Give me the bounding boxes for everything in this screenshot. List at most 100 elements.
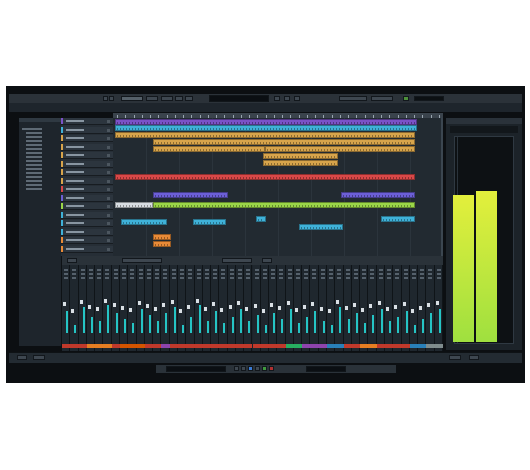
track-row[interactable] bbox=[61, 245, 113, 253]
channel-knob[interactable] bbox=[237, 269, 242, 271]
inspector-row[interactable] bbox=[26, 184, 42, 186]
channel-strip[interactable] bbox=[343, 265, 352, 351]
channel-fader[interactable] bbox=[178, 309, 182, 313]
channel-strip[interactable] bbox=[70, 265, 79, 351]
channel-knob[interactable] bbox=[121, 277, 126, 279]
channel-knob[interactable] bbox=[329, 277, 334, 279]
tempo-display[interactable] bbox=[306, 366, 346, 372]
channel-knob[interactable] bbox=[262, 273, 267, 275]
channel-knob[interactable] bbox=[304, 277, 309, 279]
channel-strip[interactable] bbox=[376, 265, 386, 351]
status-button[interactable] bbox=[17, 355, 27, 360]
cycle-icon[interactable] bbox=[248, 366, 253, 371]
channel-knob[interactable] bbox=[179, 269, 184, 271]
channel-strip[interactable] bbox=[119, 265, 129, 351]
channel-strip[interactable] bbox=[111, 265, 120, 351]
channel-knob[interactable] bbox=[146, 277, 151, 279]
channel-knob[interactable] bbox=[395, 273, 400, 275]
audio-event[interactable] bbox=[115, 174, 415, 180]
channel-knob[interactable] bbox=[304, 269, 309, 271]
channel-knob[interactable] bbox=[188, 269, 193, 271]
channel-knob[interactable] bbox=[420, 277, 425, 279]
channel-strip[interactable] bbox=[235, 265, 245, 351]
channel-strip[interactable] bbox=[385, 265, 394, 351]
channel-knob[interactable] bbox=[163, 277, 168, 279]
channel-knob[interactable] bbox=[213, 277, 218, 279]
channel-strip[interactable] bbox=[78, 265, 87, 351]
channel-knob[interactable] bbox=[312, 277, 317, 279]
channel-knob[interactable] bbox=[64, 269, 68, 271]
channel-knob[interactable] bbox=[237, 273, 242, 275]
vertical-scrollbar[interactable] bbox=[441, 118, 443, 256]
channel-strip[interactable] bbox=[418, 265, 427, 351]
glue-icon[interactable] bbox=[175, 96, 183, 101]
channel-knob[interactable] bbox=[204, 269, 209, 271]
channel-knob[interactable] bbox=[80, 273, 85, 275]
channel-knob[interactable] bbox=[295, 277, 300, 279]
channel-knob[interactable] bbox=[362, 269, 367, 271]
channel-knob[interactable] bbox=[362, 277, 367, 279]
channel-knob[interactable] bbox=[370, 277, 375, 279]
channel-fader[interactable] bbox=[336, 300, 340, 304]
channel-fader[interactable] bbox=[87, 305, 91, 309]
channel-knob[interactable] bbox=[387, 273, 392, 275]
channel-knob[interactable] bbox=[337, 277, 342, 279]
channel-fader[interactable] bbox=[71, 309, 75, 313]
channel-knob[interactable] bbox=[353, 273, 358, 275]
channel-strip[interactable] bbox=[310, 265, 319, 351]
channel-knob[interactable] bbox=[97, 273, 102, 275]
channel-strip[interactable] bbox=[177, 265, 187, 351]
channel-fader[interactable] bbox=[328, 309, 332, 313]
channel-fader[interactable] bbox=[361, 308, 365, 312]
channel-fader[interactable] bbox=[96, 307, 100, 311]
channel-knob[interactable] bbox=[370, 273, 375, 275]
channel-fader[interactable] bbox=[220, 308, 224, 312]
channel-knob[interactable] bbox=[362, 273, 367, 275]
channel-knob[interactable] bbox=[229, 277, 234, 279]
channel-fader[interactable] bbox=[377, 301, 381, 305]
channel-fader[interactable] bbox=[286, 301, 290, 305]
channel-knob[interactable] bbox=[403, 269, 408, 271]
channel-fader[interactable] bbox=[129, 308, 133, 312]
channel-knob[interactable] bbox=[179, 277, 184, 279]
channel-fader[interactable] bbox=[195, 299, 199, 303]
channel-knob[interactable] bbox=[428, 273, 433, 275]
channel-strip[interactable] bbox=[302, 265, 311, 351]
channel-knob[interactable] bbox=[171, 269, 176, 271]
track-mute-button[interactable] bbox=[107, 196, 110, 200]
zoom-icon[interactable] bbox=[274, 96, 280, 101]
channel-knob[interactable] bbox=[221, 269, 226, 271]
channel-knob[interactable] bbox=[155, 273, 160, 275]
channel-strip[interactable] bbox=[186, 265, 195, 351]
track-row[interactable] bbox=[61, 118, 113, 125]
play-transport-icon[interactable] bbox=[262, 366, 267, 371]
track-mute-button[interactable] bbox=[107, 188, 110, 191]
track-mute-button[interactable] bbox=[107, 171, 110, 174]
channel-knob[interactable] bbox=[196, 273, 201, 275]
track-row[interactable] bbox=[61, 211, 113, 219]
channel-fader[interactable] bbox=[228, 305, 232, 309]
track-row[interactable] bbox=[61, 126, 113, 134]
mixer-button[interactable] bbox=[122, 258, 162, 263]
channel-knob[interactable] bbox=[295, 273, 300, 275]
track-row[interactable] bbox=[61, 194, 113, 202]
audio-event[interactable] bbox=[153, 234, 171, 240]
mute-icon[interactable] bbox=[284, 96, 290, 101]
channel-fader[interactable] bbox=[253, 304, 257, 308]
channel-fader[interactable] bbox=[427, 303, 431, 307]
channel-knob[interactable] bbox=[130, 269, 135, 271]
eraser-icon[interactable] bbox=[185, 96, 193, 101]
channel-fader[interactable] bbox=[270, 303, 274, 307]
audio-event[interactable] bbox=[153, 202, 415, 208]
channel-knob[interactable] bbox=[72, 277, 77, 279]
track-row[interactable] bbox=[61, 160, 113, 168]
scissors-icon[interactable] bbox=[161, 96, 173, 101]
channel-fader[interactable] bbox=[120, 306, 124, 310]
channel-knob[interactable] bbox=[213, 273, 218, 275]
channel-knob[interactable] bbox=[378, 273, 383, 275]
mixer-button[interactable] bbox=[67, 258, 77, 263]
channel-fader[interactable] bbox=[63, 302, 66, 306]
channel-strip[interactable] bbox=[227, 265, 236, 351]
track-mute-button[interactable] bbox=[107, 137, 110, 140]
channel-knob[interactable] bbox=[436, 277, 441, 279]
